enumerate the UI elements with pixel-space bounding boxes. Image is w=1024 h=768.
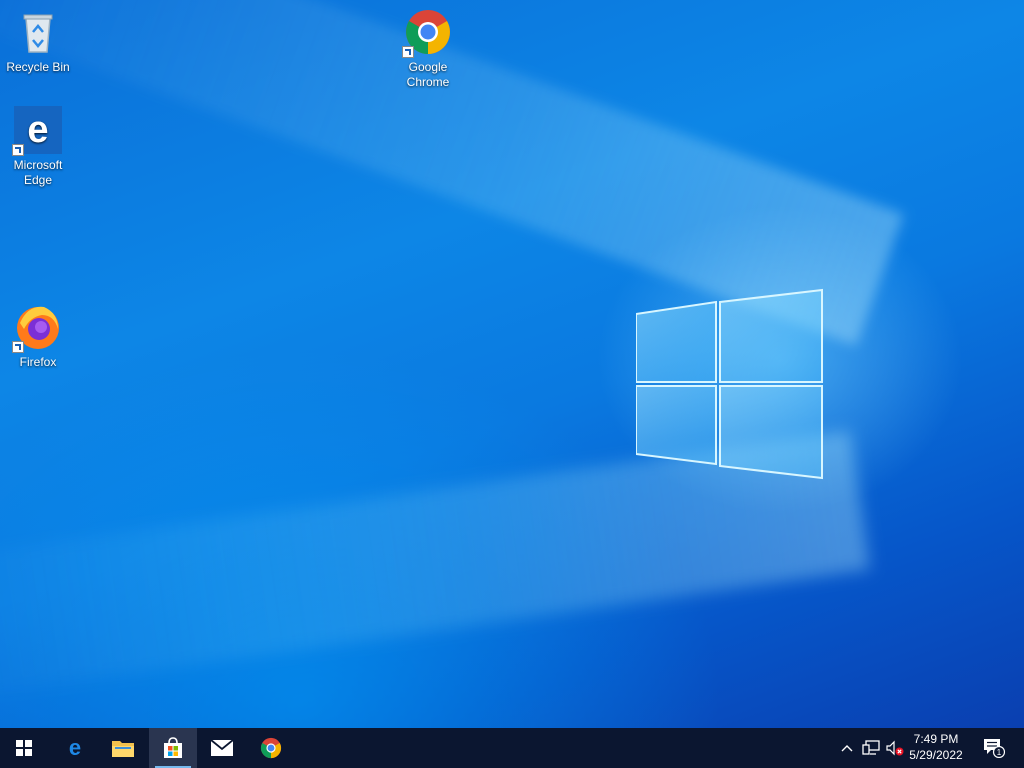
taskbar-clock[interactable]: 7:49 PM 5/29/2022 <box>900 728 972 768</box>
shortcut-arrow-icon <box>12 341 24 353</box>
taskbar: e 7:49 PM 5/29/2022 1 <box>0 728 1024 768</box>
edge-icon: e <box>69 737 81 759</box>
desktop-icon-recycle-bin[interactable]: Recycle Bin <box>0 8 76 75</box>
edge-icon: e <box>12 106 62 156</box>
desktop-icon-google-chrome[interactable]: Google Chrome <box>390 8 466 90</box>
network-button[interactable] <box>860 728 882 768</box>
windows-start-icon <box>16 740 32 756</box>
desktop-icon-label: Google Chrome <box>406 60 450 89</box>
taskbar-microsoft-store-button[interactable] <box>149 728 197 768</box>
taskbar-chrome-button[interactable] <box>247 728 295 768</box>
chrome-icon <box>402 8 452 58</box>
notification-count: 1 <box>997 748 1002 757</box>
desktop-icon-label: Microsoft Edge <box>13 158 63 187</box>
desktop-icon-label: Recycle Bin <box>6 60 70 74</box>
firefox-icon <box>12 303 62 353</box>
clock-time: 7:49 PM <box>913 732 959 746</box>
shortcut-arrow-icon <box>12 144 24 156</box>
taskbar-file-explorer-button[interactable] <box>99 728 147 768</box>
mail-icon <box>210 739 234 756</box>
chrome-icon <box>260 737 282 759</box>
action-center-button[interactable]: 1 <box>978 728 1010 768</box>
folder-icon <box>112 741 134 757</box>
network-icon <box>862 740 880 755</box>
start-button[interactable] <box>0 728 48 768</box>
svg-text:e: e <box>27 109 48 151</box>
desktop-icon-microsoft-edge[interactable]: e Microsoft Edge <box>0 106 76 188</box>
shortcut-arrow-icon <box>402 46 414 58</box>
taskbar-edge-button[interactable]: e <box>51 728 99 768</box>
chevron-up-icon <box>841 745 853 752</box>
svg-text:e: e <box>69 737 81 759</box>
clock-date: 5/29/2022 <box>909 748 963 762</box>
recycle-bin-icon <box>14 8 62 56</box>
taskbar-mail-button[interactable] <box>198 728 246 768</box>
desktop: Recycle Bin e Microsoft Edge Firefox Goo… <box>0 0 1024 728</box>
desktop-icon-label: Firefox <box>19 355 57 369</box>
windows-logo <box>636 288 823 480</box>
desktop-icon-firefox[interactable]: Firefox <box>0 303 76 370</box>
store-icon <box>164 737 182 758</box>
show-hidden-icons-button[interactable] <box>836 728 858 768</box>
action-center-icon: 1 <box>984 739 1005 758</box>
